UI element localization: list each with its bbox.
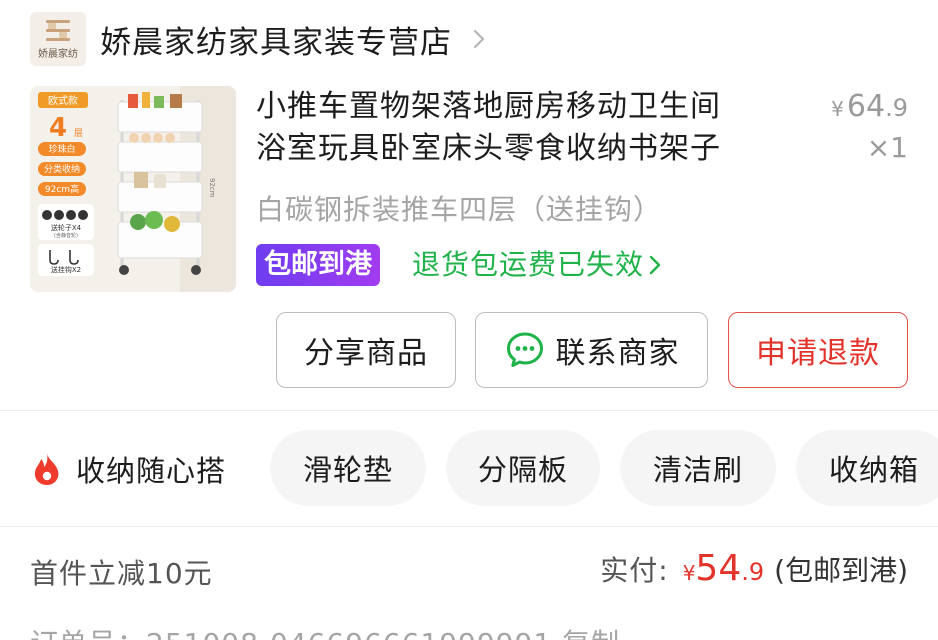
share-product-button[interactable]: 分享商品 (276, 312, 456, 388)
product-spec: 白碳钢拆装推车四层（送挂钩） (256, 193, 663, 226)
wheels-sub: (含静音轮) (54, 232, 78, 239)
return-shipping-text: 退货包运费已失效 (412, 248, 645, 281)
shipping-badge: 包邮到港 (256, 244, 380, 286)
divider (0, 526, 938, 527)
product-price: ¥64.9 (831, 86, 908, 130)
order-number-line[interactable]: 订单号：251008-046696661999991 复制 (30, 622, 620, 640)
storage-mix-text: 收纳随心搭 (76, 454, 227, 488)
paid-shipping-note: (包邮到港) (774, 554, 908, 587)
height-label: 92cm高 (45, 183, 79, 195)
chevron-right-icon (649, 255, 661, 275)
wheels-label: 送轮子X4 (51, 223, 82, 232)
storage-chip[interactable]: 收纳箱 (796, 430, 938, 506)
product-photo: 欧式款 4 层 珍珠白 分类收纳 92cm高 送轮子X4 (含静音轮) 送挂钩X… (30, 86, 236, 292)
chevron-right-icon[interactable] (466, 26, 492, 52)
product-title[interactable]: 小推车置物架落地厨房移动卫生间 浴室玩具卧室床头零食收纳书架子 (256, 86, 796, 170)
price-currency: ¥ (831, 97, 844, 121)
product-title-line-2: 浴室玩具卧室床头零食收纳书架子 (256, 131, 721, 166)
storage-mix-label: 收纳随心搭 (30, 440, 226, 498)
flame-icon (34, 453, 59, 485)
store-header[interactable]: 娇晨家纺 娇晨家纺家具家装专营店 (30, 12, 492, 66)
product-quantity: ×1 (866, 131, 908, 164)
paid-currency: ¥ (682, 561, 696, 585)
storage-chip[interactable]: 分隔板 (446, 430, 600, 506)
divider (0, 410, 938, 411)
color-label: 珍珠白 (48, 143, 75, 155)
storage-chip[interactable]: 滑轮垫 (270, 430, 426, 506)
first-item-discount: 首件立减10元 (30, 557, 213, 590)
paid-integer: 54 (695, 548, 742, 589)
product-image[interactable]: 欧式款 4 层 珍珠白 分类收纳 92cm高 送轮子X4 (含静音轮) 送挂钩X… (30, 86, 236, 292)
hooks-label: 送挂钩X2 (51, 265, 81, 274)
shelf-icon (46, 20, 70, 42)
feature-label: 分类收纳 (44, 163, 80, 175)
contact-seller-label: 联系商家 (555, 336, 680, 371)
return-shipping-link[interactable]: 退货包运费已失效 (412, 244, 664, 286)
price-decimal: .9 (885, 94, 908, 122)
store-name[interactable]: 娇晨家纺家具家装专营店 (100, 17, 452, 62)
tier-unit: 层 (74, 128, 83, 139)
storage-chip[interactable]: 清洁刷 (620, 430, 776, 506)
image-tag: 欧式款 (48, 94, 78, 107)
paid-amount: 实付: ¥54.9 (包邮到港) (600, 548, 908, 589)
store-logo-text: 娇晨家纺 (38, 49, 78, 60)
tier-count: 4 (49, 113, 67, 143)
chat-icon (506, 332, 543, 367)
request-refund-button[interactable]: 申请退款 (728, 312, 908, 388)
paid-label: 实付: (600, 554, 669, 587)
height-dimension: 92cm (208, 178, 216, 198)
price-integer: 64 (846, 89, 886, 124)
store-logo: 娇晨家纺 (30, 12, 86, 66)
paid-decimal: .9 (741, 558, 765, 586)
contact-seller-button[interactable]: 联系商家 (475, 312, 708, 388)
product-title-line-1: 小推车置物架落地厨房移动卫生间 (256, 89, 721, 124)
